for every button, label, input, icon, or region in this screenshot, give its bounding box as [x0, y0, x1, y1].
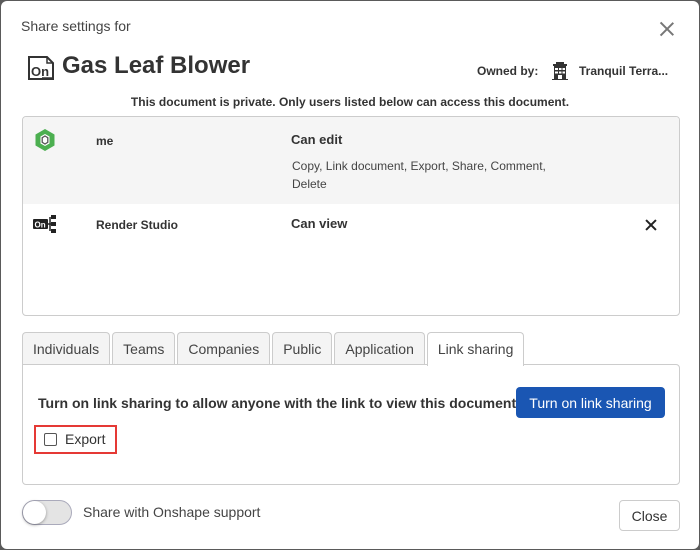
privacy-note: This document is private. Only users lis… [130, 95, 570, 109]
export-label[interactable]: Export [65, 431, 105, 447]
svg-text:On: On [35, 221, 46, 230]
member-list: me Can edit Copy, Link document, Export,… [22, 116, 680, 316]
tab-public[interactable]: Public [272, 332, 333, 365]
member-name: Render Studio [96, 218, 179, 232]
member-permission[interactable]: Can view [291, 216, 347, 231]
member-row: On Render Studio Can view [23, 204, 679, 248]
tab-application[interactable]: Application [334, 332, 425, 365]
share-settings-dialog: Share settings for On Gas Leaf Blower Ow… [1, 1, 699, 549]
remove-member-icon[interactable] [644, 218, 658, 232]
tab-individuals[interactable]: Individuals [22, 332, 111, 365]
share-with-support-label: Share with Onshape support [83, 504, 261, 520]
link-sharing-panel: Turn on link sharing to allow anyone wit… [22, 364, 680, 485]
onshape-application-icon: On [33, 215, 56, 233]
share-tabs: Individuals Teams Companies Public Appli… [22, 332, 526, 366]
company-building-icon [552, 62, 568, 80]
tab-teams[interactable]: Teams [112, 332, 176, 365]
onshape-user-hexagon-icon [35, 129, 55, 151]
close-dialog-icon[interactable] [658, 20, 676, 38]
share-with-support-toggle[interactable] [22, 500, 72, 525]
owned-by-label: Owned by: [477, 64, 539, 78]
tab-companies[interactable]: Companies [177, 332, 271, 365]
member-permission[interactable]: Can edit [291, 132, 342, 147]
tab-link-sharing[interactable]: Link sharing [426, 332, 525, 366]
link-sharing-description: Turn on link sharing to allow anyone wit… [38, 395, 520, 411]
member-permission-detail: Copy, Link document, Export, Share, Comm… [292, 159, 546, 191]
dialog-subtitle: Share settings for [21, 18, 131, 34]
svg-text:On: On [31, 64, 49, 79]
toggle-knob [23, 501, 46, 524]
close-button[interactable]: Close [619, 500, 680, 531]
member-name: me [96, 134, 114, 148]
export-checkbox[interactable] [44, 433, 57, 446]
turn-on-link-sharing-button[interactable]: Turn on link sharing [516, 387, 665, 418]
onshape-document-icon: On [28, 56, 54, 80]
owner-name[interactable]: Tranquil Terra... [579, 64, 668, 78]
member-row: me Can edit Copy, Link document, Export,… [23, 117, 679, 204]
document-title: Gas Leaf Blower [62, 52, 251, 79]
export-option-highlight: Export [34, 425, 117, 454]
